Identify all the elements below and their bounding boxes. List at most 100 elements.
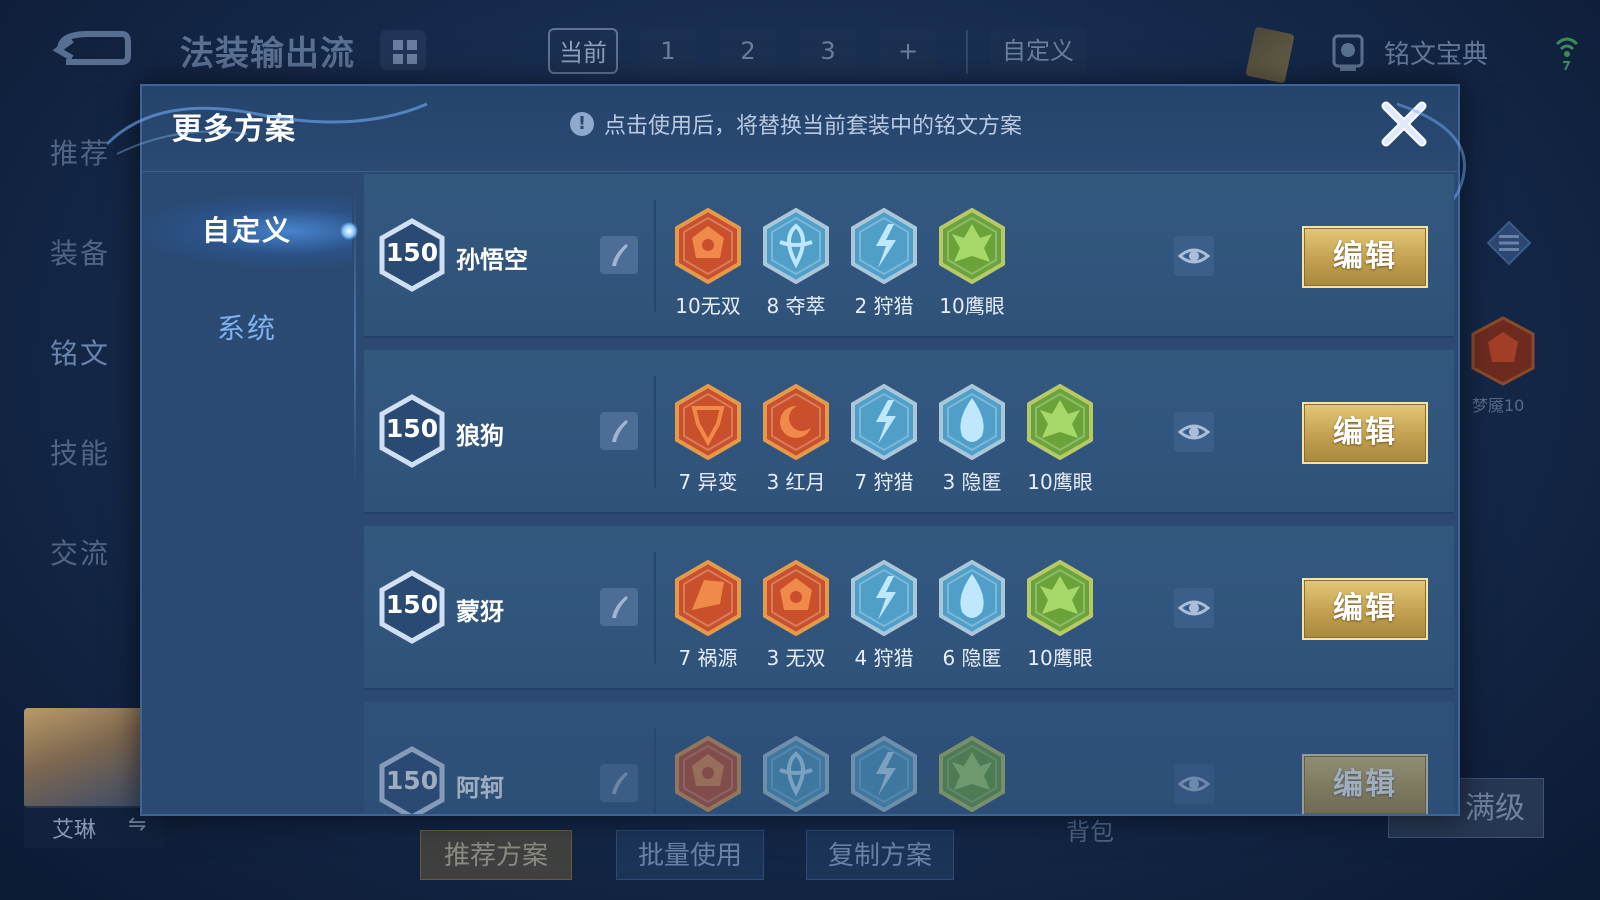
rune-yingyan-green-icon: [1026, 383, 1094, 461]
rune-yibian-red-icon: [674, 383, 742, 461]
plan-list[interactable]: 150 孙悟空 10无双 8 夺萃 2 狩猎 10鹰眼 编辑 150 狼狗 7 异: [364, 174, 1454, 814]
rename-button[interactable]: [600, 764, 638, 802]
rune-label: 4 狩猎: [854, 646, 914, 670]
rune-card-icon: [1245, 26, 1295, 84]
rune-item[interactable]: 10无双: [664, 206, 752, 326]
page-title: 法装输出流: [180, 34, 355, 74]
tab-2[interactable]: 2: [720, 28, 776, 74]
side-menu-community[interactable]: 交流: [50, 532, 110, 572]
preview-button[interactable]: [1174, 412, 1214, 452]
tab-custom[interactable]: 自定义: [990, 28, 1086, 74]
rune-hongyue-red-icon: [762, 383, 830, 461]
level-text: 150: [385, 590, 439, 619]
pencil-icon: [612, 420, 628, 442]
rune-label: 2 狩猎: [854, 294, 914, 318]
rune-item[interactable]: [752, 734, 840, 814]
batch-use-button[interactable]: 批量使用: [616, 830, 764, 880]
rune-item[interactable]: 7 异变: [664, 382, 752, 502]
info-icon: !: [570, 112, 594, 136]
rune-item[interactable]: 4 狩猎: [840, 558, 928, 678]
rune-duocui-blue-icon: [762, 735, 830, 813]
row-divider: [654, 552, 656, 664]
rune-item[interactable]: [928, 734, 1016, 814]
rune-item[interactable]: 7 狩猎: [840, 382, 928, 502]
nav-item-system[interactable]: 系统: [142, 292, 352, 366]
rune-item[interactable]: 2 狩猎: [840, 206, 928, 326]
tab-1[interactable]: 1: [640, 28, 696, 74]
edit-button[interactable]: 编辑: [1302, 226, 1428, 288]
rune-item[interactable]: 3 隐匿: [928, 382, 1016, 502]
rune-yingyan-green-icon: [938, 207, 1006, 285]
rune-item[interactable]: 10鹰眼: [928, 206, 1016, 326]
pencil-icon: [612, 596, 628, 618]
network-icon: [1555, 37, 1579, 71]
rune-huoyuan-red-icon: [674, 559, 742, 637]
side-menu-runes[interactable]: 铭文: [50, 332, 110, 372]
bag-label[interactable]: 背包: [1066, 812, 1114, 847]
rune-item[interactable]: 6 隐匿: [928, 558, 1016, 678]
row-divider: [654, 728, 656, 814]
side-menu-recommend[interactable]: 推荐: [50, 132, 110, 172]
preview-button[interactable]: [1174, 236, 1214, 276]
eye-icon: [1177, 600, 1211, 616]
back-arrow-icon[interactable]: [52, 28, 132, 68]
level-text: 150: [385, 414, 439, 443]
menu-icon[interactable]: [1486, 220, 1532, 266]
preview-button[interactable]: [1174, 764, 1214, 804]
edit-button[interactable]: 编辑: [1302, 578, 1428, 640]
plan-hero-name: 孙悟空: [456, 246, 528, 274]
grid-view-icon[interactable]: [380, 30, 426, 70]
hero-avatar[interactable]: [24, 708, 144, 808]
rune-item[interactable]: 7 祸源: [664, 558, 752, 678]
dialog-header: 更多方案 ! 点击使用后，将替换当前套装中的铭文方案: [142, 86, 1458, 172]
edit-button[interactable]: 编辑: [1302, 402, 1428, 464]
rune-label: 8 夺萃: [766, 294, 826, 318]
rune-item[interactable]: 8 夺萃: [752, 206, 840, 326]
level-text: 150: [385, 766, 439, 795]
rune-shoulie-blue-icon: [850, 559, 918, 637]
plan-row[interactable]: 150 蒙犽 7 祸源 3 无双 4 狩猎 6 隐匿 10鹰眼 编辑: [364, 526, 1454, 690]
edit-button[interactable]: 编辑: [1302, 754, 1428, 814]
plan-row[interactable]: 150 狼狗 7 异变 3 红月 7 狩猎 3 隐匿 10鹰眼 编辑: [364, 350, 1454, 514]
rune-label: 10无双: [675, 294, 741, 318]
tab-divider: [966, 30, 968, 74]
preview-button[interactable]: [1174, 588, 1214, 628]
notice-text: 点击使用后，将替换当前套装中的铭文方案: [604, 114, 1023, 139]
rename-button[interactable]: [600, 588, 638, 626]
tab-add[interactable]: +: [880, 28, 936, 74]
side-menu-skills[interactable]: 技能: [50, 432, 110, 472]
rune-item[interactable]: 3 无双: [752, 558, 840, 678]
dialog-title: 更多方案: [172, 112, 296, 147]
side-menu-equipment[interactable]: 装备: [50, 232, 110, 272]
recommend-plan-button[interactable]: 推荐方案: [420, 830, 572, 880]
rune-book-icon[interactable]: [1330, 34, 1366, 72]
rune-book-label[interactable]: 铭文宝典: [1384, 34, 1488, 71]
hero-name: 艾琳: [52, 818, 97, 843]
plan-row[interactable]: 150 孙悟空 10无双 8 夺萃 2 狩猎 10鹰眼 编辑: [364, 174, 1454, 338]
rune-label: 6 隐匿: [942, 646, 1002, 670]
row-divider: [654, 376, 656, 488]
rune-nightmare-icon[interactable]: [1470, 316, 1536, 386]
rune-yingyan-green-icon: [938, 735, 1006, 813]
tab-current[interactable]: 当前: [548, 28, 618, 74]
rune-shoulie-blue-icon: [850, 383, 918, 461]
rune-item[interactable]: [840, 734, 928, 814]
rune-wushuang-red-icon: [762, 559, 830, 637]
rune-label: 3 红月: [766, 470, 826, 494]
rune-label: 3 无双: [766, 646, 826, 670]
plan-row[interactable]: 150 阿轲 编辑: [364, 702, 1454, 814]
rune-item[interactable]: 3 红月: [752, 382, 840, 502]
copy-plan-button[interactable]: 复制方案: [806, 830, 954, 880]
eye-icon: [1177, 424, 1211, 440]
rune-item[interactable]: 10鹰眼: [1016, 558, 1104, 678]
nav-item-custom[interactable]: 自定义: [142, 194, 352, 268]
rune-yinni-blue-icon: [938, 383, 1006, 461]
tab-3[interactable]: 3: [800, 28, 856, 74]
close-icon[interactable]: [1378, 98, 1430, 150]
notice: ! 点击使用后，将替换当前套装中的铭文方案: [570, 108, 1022, 140]
rune-item[interactable]: 10鹰眼: [1016, 382, 1104, 502]
rename-button[interactable]: [600, 236, 638, 274]
rune-item[interactable]: [664, 734, 752, 814]
rename-button[interactable]: [600, 412, 638, 450]
rune-shoulie-blue-icon: [850, 207, 918, 285]
